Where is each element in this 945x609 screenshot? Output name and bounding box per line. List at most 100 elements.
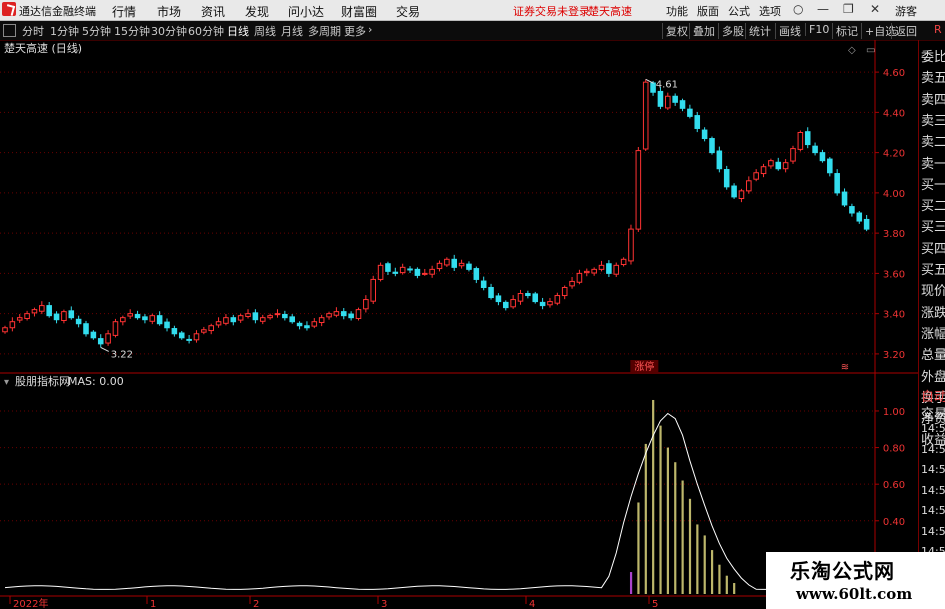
stock-link[interactable]: 楚天高速 <box>588 3 632 19</box>
quote-label: 现价 <box>921 284 945 300</box>
candle-down <box>407 268 413 271</box>
indicator-series <box>4 399 876 594</box>
btn-f10[interactable]: F10 <box>805 23 829 36</box>
r-indicator-icon[interactable]: R <box>934 23 942 36</box>
price-tick-label: 3.60 <box>883 269 905 280</box>
candle-down <box>156 315 163 325</box>
indicator-bar <box>629 572 633 594</box>
candle-up <box>311 321 318 327</box>
low-price-label: 3.22 <box>111 349 133 360</box>
toggle-box-icon[interactable] <box>3 24 16 37</box>
candle-up <box>797 131 804 150</box>
candle-down <box>502 301 509 309</box>
indicator-bar <box>733 583 736 594</box>
btn-adjust[interactable]: 复权 <box>662 23 688 39</box>
period-tab-5min[interactable]: 5分钟 <box>82 23 111 39</box>
quote-label: 买五 <box>921 263 945 278</box>
candle-up <box>444 258 450 266</box>
candle-down <box>709 138 715 154</box>
candle-up <box>112 321 119 336</box>
period-tab-multi[interactable]: 多周期 <box>308 23 341 39</box>
period-tab-daily[interactable]: 日线 <box>227 23 249 39</box>
menu-market[interactable]: 市场 <box>157 3 181 20</box>
indicator-bar <box>659 425 662 594</box>
indicator-bar <box>725 575 728 594</box>
btn-back[interactable]: 返回 <box>891 23 917 39</box>
support-icon[interactable]: ○ <box>793 2 803 16</box>
btn-overlay[interactable]: 叠加 <box>689 23 715 39</box>
candle-down <box>731 185 737 198</box>
candle-up <box>363 299 369 310</box>
candle-up <box>576 272 583 283</box>
menu-function[interactable]: 功能 <box>666 3 688 19</box>
candle-down <box>532 293 539 303</box>
candle-down <box>466 263 472 270</box>
minimize-icon[interactable]: — <box>817 2 829 16</box>
candle-down <box>539 301 546 307</box>
period-tab-monthly[interactable]: 月线 <box>281 23 303 39</box>
quote-label: 外盘 <box>921 369 945 385</box>
candle-down <box>186 338 192 341</box>
close-icon[interactable]: ✕ <box>870 2 880 16</box>
candle-down <box>863 218 870 230</box>
expand-icon[interactable]: ◇ <box>848 45 856 56</box>
candle-down <box>142 316 148 321</box>
btn-stats[interactable]: 统计 <box>745 23 771 39</box>
btn-multi-stock[interactable]: 多股 <box>718 23 744 39</box>
candle-up <box>318 317 325 324</box>
indicator-bar <box>718 564 721 594</box>
low-marker-line <box>100 347 109 352</box>
candle-up <box>245 313 251 317</box>
menu-quotes[interactable]: 行情 <box>112 3 136 20</box>
period-tab-1min[interactable]: 1分钟 <box>50 23 79 39</box>
price-tick-label: 3.20 <box>883 350 905 361</box>
menu-layout[interactable]: 版面 <box>697 3 719 19</box>
menu-ask[interactable]: 问小达 <box>288 3 324 20</box>
indicator-tick-label: 0.80 <box>883 444 905 455</box>
candle-down <box>687 108 693 117</box>
menu-news[interactable]: 资讯 <box>201 3 225 20</box>
kline-chart[interactable]: 4.60 4.40 4.20 4.00 3.80 3.60 3.40 3.20 1.00 0.80… <box>0 40 918 609</box>
period-tab-30min[interactable]: 30分钟 <box>151 23 187 39</box>
period-tab-60min[interactable]: 60分钟 <box>188 23 224 39</box>
menu-formula[interactable]: 公式 <box>728 3 750 19</box>
menu-trade[interactable]: 交易 <box>396 3 420 20</box>
candle-up <box>127 313 133 317</box>
indicator-line <box>4 412 876 591</box>
candle-down <box>672 95 678 103</box>
btn-mark[interactable]: 标记 <box>832 23 858 39</box>
menu-wealth[interactable]: 财富圈 <box>341 3 377 20</box>
candle-up <box>620 258 627 266</box>
quote-label: 委比 <box>921 50 945 65</box>
candle-up <box>746 180 752 192</box>
x-tick-label: 2 <box>253 599 259 609</box>
collapse-icon[interactable]: ▭ <box>866 45 875 56</box>
guest-label[interactable]: 游客 <box>895 3 917 19</box>
indicator-toggle-icon[interactable]: ▾ <box>4 377 9 388</box>
period-tab-weekly[interactable]: 周线 <box>254 23 276 39</box>
indicator-mas-value: MAS: 0.00 <box>68 375 124 388</box>
restore-icon[interactable]: ❐ <box>843 2 854 16</box>
stock-label-dropdown-icon[interactable]: ⌄ <box>72 42 81 55</box>
price-tick-label: 4.20 <box>883 149 905 160</box>
more-chevron-icon[interactable]: › <box>368 23 372 36</box>
watermark-url: www.60lt.com <box>796 585 913 603</box>
period-tab-15min[interactable]: 15分钟 <box>114 23 150 39</box>
menu-discover[interactable]: 发现 <box>245 3 269 20</box>
trade-time: 14:56 <box>921 483 945 497</box>
candle-up <box>768 160 774 167</box>
trade-time: 14:56 <box>921 504 945 517</box>
period-tab-timeshare[interactable]: 分时 <box>22 23 44 39</box>
candle-down <box>252 312 259 321</box>
menu-options[interactable]: 选项 <box>759 3 781 19</box>
candle-down <box>849 206 855 214</box>
candle-up <box>738 190 745 200</box>
login-warning[interactable]: 证券交易未登录 <box>513 3 590 19</box>
candle-up <box>429 268 435 275</box>
candle-down <box>164 321 170 329</box>
candle-up <box>517 293 524 302</box>
btn-draw[interactable]: 画线 <box>775 23 801 39</box>
candle-down <box>83 323 89 335</box>
candle-up <box>642 81 649 150</box>
period-tab-more[interactable]: 更多 <box>344 23 366 39</box>
